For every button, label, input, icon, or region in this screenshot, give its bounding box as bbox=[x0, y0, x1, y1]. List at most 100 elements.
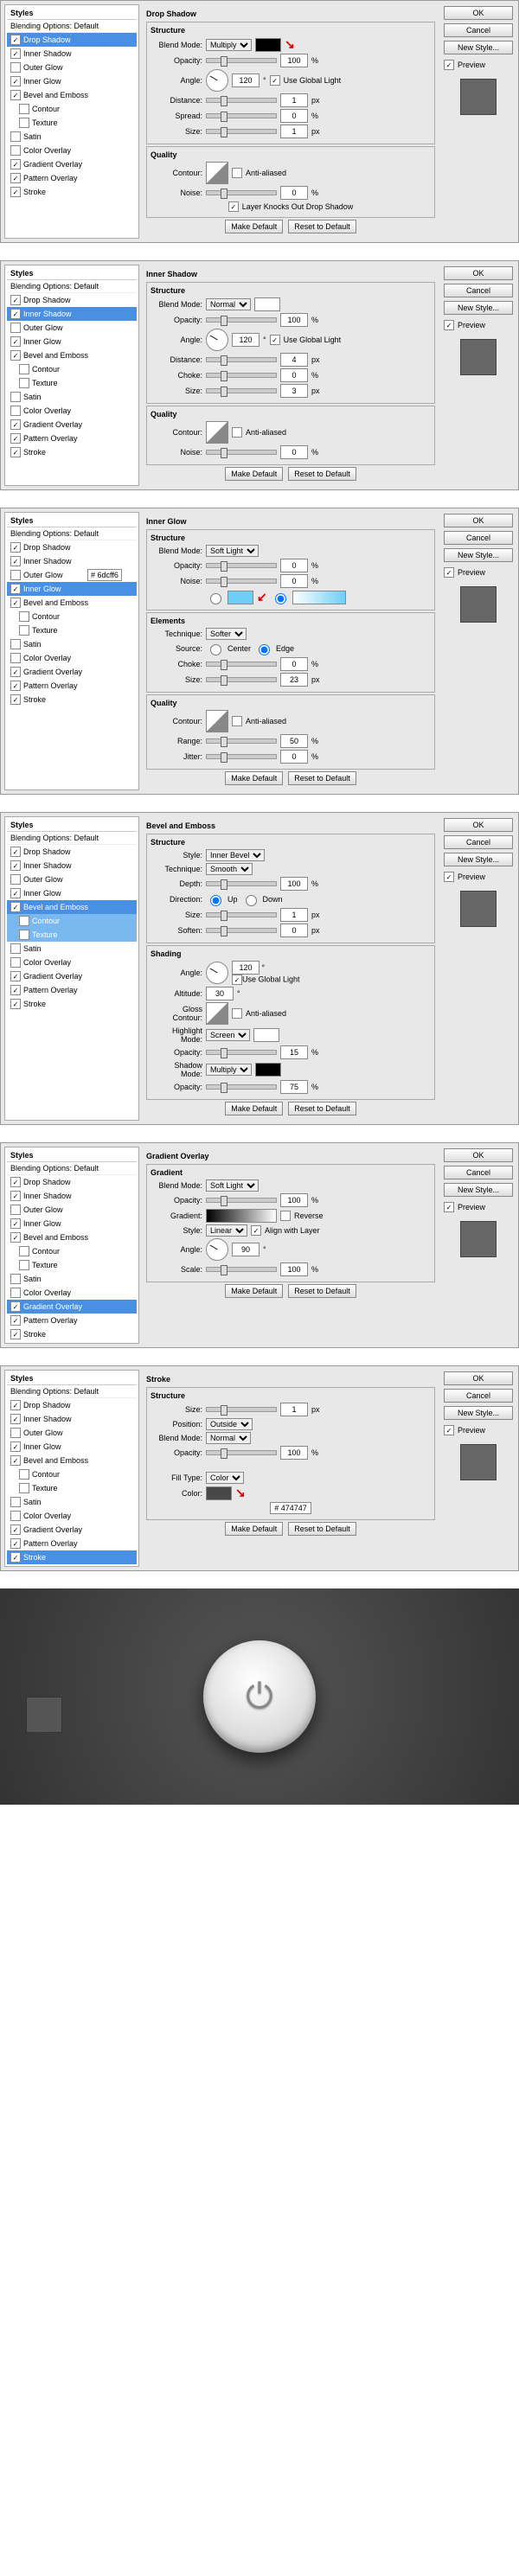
checkbox[interactable]: ✓ bbox=[10, 35, 21, 45]
radio-center[interactable] bbox=[210, 644, 221, 655]
reset-default-button[interactable]: Reset to Default bbox=[288, 1102, 356, 1115]
style-item-texture[interactable]: Texture bbox=[7, 116, 137, 130]
gradient-swatch[interactable] bbox=[292, 591, 346, 604]
checkbox[interactable]: ✓ bbox=[10, 847, 21, 857]
checkbox[interactable]: ✓ bbox=[444, 872, 454, 882]
checkbox[interactable]: ✓ bbox=[10, 433, 21, 444]
style-item-contour[interactable]: Contour bbox=[7, 610, 137, 623]
checkbox[interactable]: ✓ bbox=[444, 1202, 454, 1212]
checkbox[interactable]: ✓ bbox=[444, 320, 454, 330]
value-input[interactable] bbox=[280, 384, 308, 398]
checkbox[interactable]: ✓ bbox=[251, 1225, 261, 1236]
checkbox[interactable] bbox=[19, 625, 29, 636]
style-item-color_overlay[interactable]: Color Overlay bbox=[7, 956, 137, 969]
reset-default-button[interactable]: Reset to Default bbox=[288, 771, 356, 785]
select[interactable]: Smooth bbox=[206, 863, 253, 875]
radio-gradient[interactable] bbox=[275, 593, 286, 604]
checkbox[interactable]: ✓ bbox=[10, 902, 21, 912]
checkbox[interactable]: ✓ bbox=[10, 1525, 21, 1535]
style-item-drop_shadow[interactable]: ✓Drop Shadow bbox=[7, 540, 137, 554]
value-input[interactable] bbox=[232, 74, 260, 87]
contour-picker[interactable] bbox=[206, 421, 228, 444]
shadow-swatch[interactable] bbox=[255, 1063, 281, 1077]
checkbox[interactable]: ✓ bbox=[10, 667, 21, 677]
checkbox[interactable]: ✓ bbox=[10, 350, 21, 361]
radio-color[interactable] bbox=[210, 593, 221, 604]
slider[interactable] bbox=[206, 754, 277, 759]
style-item-gradient_overlay[interactable]: ✓Gradient Overlay bbox=[7, 969, 137, 983]
checkbox[interactable] bbox=[10, 1205, 21, 1215]
checkbox[interactable]: ✓ bbox=[10, 1191, 21, 1201]
style-item-bevel_emboss[interactable]: ✓Bevel and Emboss bbox=[7, 900, 137, 914]
checkbox[interactable]: ✓ bbox=[444, 567, 454, 578]
ok-button[interactable]: OK bbox=[444, 514, 513, 527]
cancel-button[interactable]: Cancel bbox=[444, 531, 513, 545]
value-input[interactable] bbox=[280, 673, 308, 687]
style-item-texture[interactable]: Texture bbox=[7, 1481, 137, 1495]
style-item-inner_shadow[interactable]: ✓Inner Shadow bbox=[7, 307, 137, 321]
checkbox[interactable]: ✓ bbox=[10, 309, 21, 319]
style-item-satin[interactable]: Satin bbox=[7, 1272, 137, 1286]
slider[interactable] bbox=[206, 113, 277, 118]
checkbox[interactable]: ✓ bbox=[228, 201, 239, 212]
make-default-button[interactable]: Make Default bbox=[225, 1284, 283, 1298]
make-default-button[interactable]: Make Default bbox=[225, 467, 283, 481]
slider[interactable] bbox=[206, 357, 277, 362]
select[interactable]: Softer bbox=[206, 628, 247, 640]
style-item-gradient_overlay[interactable]: ✓Gradient Overlay bbox=[7, 1300, 137, 1314]
highlight-swatch[interactable] bbox=[253, 1028, 279, 1042]
radio-down[interactable] bbox=[246, 895, 257, 906]
style-item-outer_glow[interactable]: Outer Glow bbox=[7, 873, 137, 886]
value-input[interactable] bbox=[280, 125, 308, 138]
checkbox[interactable] bbox=[10, 1497, 21, 1507]
checkbox[interactable] bbox=[232, 1008, 242, 1019]
new-style-button[interactable]: New Style... bbox=[444, 1183, 513, 1197]
checkbox[interactable]: ✓ bbox=[10, 173, 21, 183]
checkbox[interactable] bbox=[10, 62, 21, 73]
style-item-stroke[interactable]: ✓Stroke bbox=[7, 693, 137, 706]
blending-options[interactable]: Blending Options: Default bbox=[7, 280, 137, 293]
style-item-color_overlay[interactable]: Color Overlay bbox=[7, 144, 137, 157]
ok-button[interactable]: OK bbox=[444, 6, 513, 20]
style-item-contour[interactable]: Contour bbox=[7, 1244, 137, 1258]
slider[interactable] bbox=[206, 1450, 277, 1455]
checkbox[interactable] bbox=[19, 916, 29, 926]
style-item-outer_glow[interactable]: Outer Glow bbox=[7, 1426, 137, 1440]
style-item-outer_glow[interactable]: Outer Glow bbox=[7, 61, 137, 74]
checkbox[interactable]: ✓ bbox=[10, 1441, 21, 1452]
style-item-bevel_emboss[interactable]: ✓Bevel and Emboss bbox=[7, 1454, 137, 1467]
make-default-button[interactable]: Make Default bbox=[225, 1522, 283, 1536]
select[interactable]: Multiply bbox=[206, 1064, 252, 1076]
value-input[interactable] bbox=[280, 1403, 308, 1416]
style-item-contour[interactable]: Contour bbox=[7, 102, 137, 116]
value-input[interactable] bbox=[280, 657, 308, 671]
blending-options[interactable]: Blending Options: Default bbox=[7, 1385, 137, 1398]
slider[interactable] bbox=[206, 578, 277, 584]
value-input[interactable] bbox=[280, 368, 308, 382]
slider[interactable] bbox=[206, 129, 277, 134]
checkbox[interactable]: ✓ bbox=[10, 1400, 21, 1410]
checkbox[interactable] bbox=[10, 957, 21, 968]
select[interactable]: Soft Light bbox=[206, 545, 259, 557]
checkbox[interactable] bbox=[19, 611, 29, 622]
checkbox[interactable]: ✓ bbox=[10, 694, 21, 705]
value-input[interactable] bbox=[280, 1080, 308, 1094]
style-item-bevel_emboss[interactable]: ✓Bevel and Emboss bbox=[7, 596, 137, 610]
angle-dial[interactable] bbox=[206, 329, 228, 351]
checkbox[interactable]: ✓ bbox=[10, 598, 21, 608]
value-input[interactable] bbox=[280, 1045, 308, 1059]
checkbox[interactable]: ✓ bbox=[10, 1329, 21, 1339]
value-input[interactable] bbox=[280, 924, 308, 937]
select[interactable]: Outside bbox=[206, 1418, 253, 1430]
style-item-drop_shadow[interactable]: ✓Drop Shadow bbox=[7, 293, 137, 307]
slider[interactable] bbox=[206, 98, 277, 103]
reset-default-button[interactable]: Reset to Default bbox=[288, 1284, 356, 1298]
new-style-button[interactable]: New Style... bbox=[444, 548, 513, 562]
checkbox[interactable]: ✓ bbox=[10, 584, 21, 594]
value-input[interactable] bbox=[232, 333, 260, 347]
gradient-picker[interactable] bbox=[206, 1209, 277, 1223]
slider[interactable] bbox=[206, 662, 277, 667]
blending-options[interactable]: Blending Options: Default bbox=[7, 527, 137, 540]
slider[interactable] bbox=[206, 373, 277, 378]
value-input[interactable] bbox=[206, 987, 234, 1000]
